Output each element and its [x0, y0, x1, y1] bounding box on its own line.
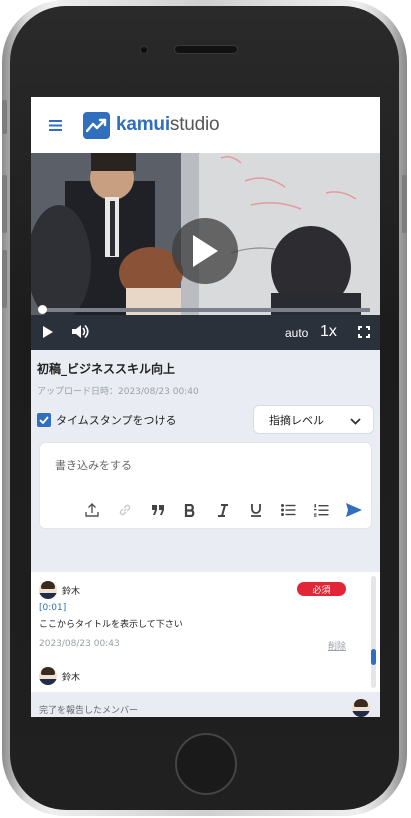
timestamp-row: タイムスタンプをつける 指摘レベル: [31, 405, 380, 434]
volume-icon[interactable]: [72, 324, 89, 339]
level-dropdown[interactable]: 指摘レベル: [253, 405, 374, 434]
bold-icon[interactable]: [180, 500, 200, 520]
link-icon[interactable]: [115, 500, 135, 520]
timestamp-checkbox-label[interactable]: タイムスタンプをつける: [56, 412, 176, 428]
play-overlay-button[interactable]: [172, 218, 238, 284]
underline-icon[interactable]: [246, 500, 266, 520]
italic-icon[interactable]: [213, 500, 233, 520]
progress-handle[interactable]: [38, 305, 47, 314]
comment-list: 鈴木 必須 [0:01] ここからタイトルを表示して下さい 2023/08/23…: [31, 572, 380, 692]
completed-members-section: 完了を報告したメンバー: [31, 695, 380, 717]
comment-editor[interactable]: 書き込みをする: [39, 442, 372, 529]
play-icon[interactable]: [43, 326, 53, 338]
video-progress-bar[interactable]: [38, 305, 370, 314]
phone-power-button: [402, 175, 407, 233]
completed-members-label: 完了を報告したメンバー: [39, 706, 139, 716]
editor-placeholder: 書き込みをする: [55, 459, 132, 472]
quality-setting[interactable]: auto: [285, 326, 308, 340]
phone-volume-up: [2, 175, 7, 233]
avatar: [39, 581, 57, 599]
phone-home-button: [175, 733, 237, 795]
logo-part2: studio: [169, 114, 220, 135]
phone-camera: [141, 47, 147, 53]
status-badge: 必須: [297, 582, 346, 596]
logo-part1: kamui: [116, 114, 170, 135]
fullscreen-icon[interactable]: [358, 326, 370, 338]
comment-timestamp-link[interactable]: [0:01]: [39, 603, 66, 613]
phone-speaker: [175, 46, 237, 53]
comment-user: 鈴木: [62, 672, 81, 683]
delete-comment-link[interactable]: 削除: [328, 639, 346, 652]
avatar: [39, 667, 57, 685]
comment-scrollbar-thumb[interactable]: [371, 649, 376, 665]
comment-header: 鈴木: [39, 581, 80, 599]
numbered-list-icon[interactable]: [311, 500, 331, 520]
phone-mute-switch: [2, 100, 7, 134]
app-screen: kamuistudio auto 1x 初稿_ビジネススキル向上 アップロード日…: [31, 97, 380, 717]
avatar: [352, 699, 370, 717]
level-dropdown-label: 指摘レベル: [269, 413, 324, 427]
comment-header: 鈴木: [39, 667, 80, 685]
phone-volume-down: [2, 250, 7, 308]
upload-date: アップロード日時：2023/08/23 00:40: [37, 387, 199, 397]
quote-icon[interactable]: [148, 500, 168, 520]
bullet-list-icon[interactable]: [279, 500, 299, 520]
comment-date: 2023/08/23 00:43: [39, 639, 120, 649]
comment-body: ここからタイトルを表示して下さい: [39, 620, 183, 630]
comment-user: 鈴木: [62, 586, 81, 597]
video-meta: 初稿_ビジネススキル向上 アップロード日時：2023/08/23 00:40: [31, 350, 380, 397]
editor-toolbar: [82, 500, 364, 520]
video-player[interactable]: auto 1x: [31, 153, 380, 350]
playback-speed[interactable]: 1x: [320, 323, 337, 341]
top-bar: kamuistudio: [31, 97, 380, 153]
send-icon[interactable]: [344, 500, 364, 520]
checkbox-icon[interactable]: [37, 412, 51, 427]
chevron-down-icon: [350, 410, 361, 429]
logo-icon[interactable]: [83, 111, 110, 139]
menu-icon[interactable]: [49, 115, 75, 136]
logo-wordmark[interactable]: kamuistudio: [116, 114, 220, 136]
video-title: 初稿_ビジネススキル向上: [37, 362, 176, 376]
comment-scrollbar[interactable]: [371, 576, 376, 688]
video-controls: auto 1x: [31, 315, 380, 350]
upload-icon[interactable]: [82, 500, 102, 520]
